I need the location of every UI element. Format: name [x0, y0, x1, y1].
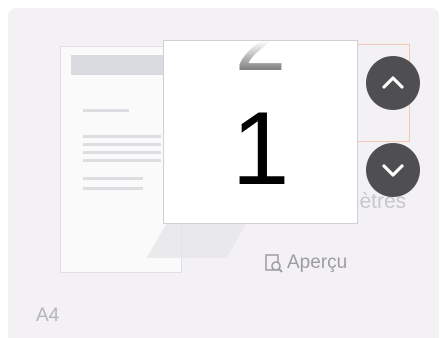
picker-fade-bottom — [164, 193, 357, 223]
chevron-up-icon — [382, 76, 404, 89]
decrement-button[interactable] — [366, 143, 420, 197]
preview-button[interactable]: Aperçu — [264, 252, 347, 274]
picker-fade-top — [164, 41, 357, 77]
number-picker[interactable]: 2 1 0 — [163, 40, 358, 224]
chevron-down-icon — [382, 164, 404, 177]
magnifier-page-icon — [265, 254, 283, 273]
preview-label: Aperçu — [287, 252, 348, 273]
picker-current-value: 1 — [231, 91, 290, 207]
paper-size-label: A4 — [36, 305, 60, 326]
increment-button[interactable] — [366, 56, 420, 110]
